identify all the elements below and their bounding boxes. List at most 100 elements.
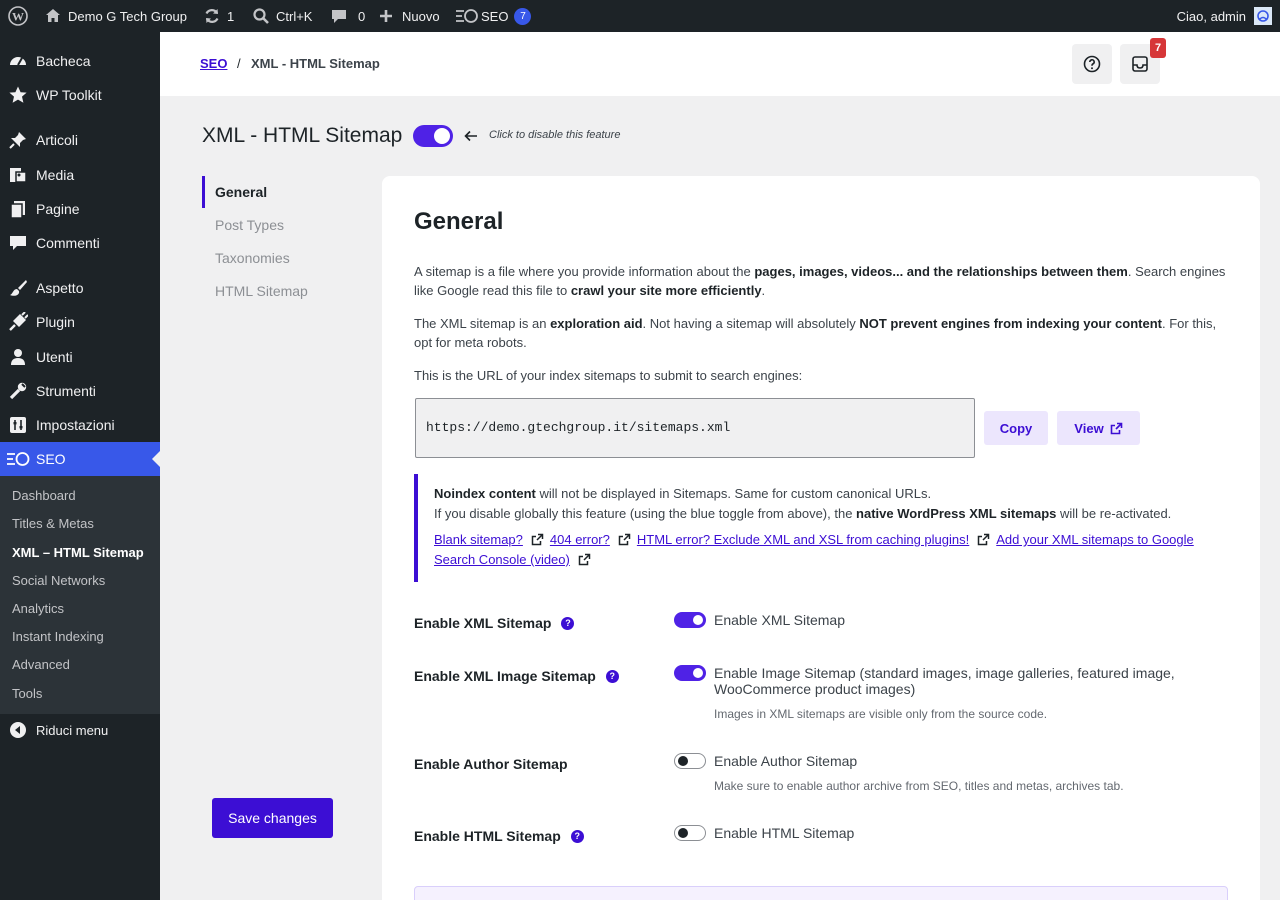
sidebar-item-wp-toolkit[interactable]: WP Toolkit bbox=[0, 78, 160, 112]
sidebar-item-media[interactable]: Media bbox=[0, 158, 160, 192]
submenu-item-titles-metas[interactable]: Titles & Metas bbox=[12, 516, 94, 531]
submenu-item-advanced[interactable]: Advanced bbox=[12, 657, 70, 672]
tab-html-sitemap[interactable]: HTML Sitemap bbox=[215, 283, 308, 299]
breadcrumb-current: XML - HTML Sitemap bbox=[251, 56, 380, 71]
save-changes-button[interactable]: Save changes bbox=[212, 798, 333, 838]
option-label-image-sitemap: Enable XML Image Sitemap ? bbox=[414, 668, 619, 684]
sidebar-item-utenti[interactable]: Utenti bbox=[0, 340, 160, 374]
dashboard-icon bbox=[0, 51, 36, 71]
seo-admin-link[interactable]: SEO 7 bbox=[455, 0, 532, 32]
option-label-xml-sitemap: Enable XML Sitemap ? bbox=[414, 615, 575, 631]
sitemap-url-field[interactable]: https://demo.gtechgroup.it/sitemaps.xml bbox=[415, 398, 975, 458]
view-label: View bbox=[1074, 420, 1104, 436]
external-link-icon bbox=[618, 533, 631, 546]
my-account-link[interactable]: Ciao, admin bbox=[1177, 0, 1272, 32]
collapse-icon bbox=[0, 721, 36, 739]
sidebar-item-aspetto[interactable]: Aspetto bbox=[0, 271, 160, 305]
admin-bar: W Demo G Tech Group 1 Ctrl+K 0 Nuovo SEO… bbox=[0, 0, 1280, 32]
submenu-item-sitemap[interactable]: XML – HTML Sitemap bbox=[12, 545, 144, 560]
option-text-author-sitemap: Enable Author Sitemap bbox=[714, 753, 858, 769]
sidebar-item-strumenti[interactable]: Strumenti bbox=[0, 374, 160, 408]
sidebar-item-pagine[interactable]: Pagine bbox=[0, 192, 160, 226]
user-icon bbox=[0, 347, 36, 367]
wordpress-logo-icon[interactable]: W bbox=[8, 0, 28, 32]
comment-icon bbox=[0, 233, 36, 253]
media-icon bbox=[0, 165, 36, 185]
submenu-item-dashboard[interactable]: Dashboard bbox=[12, 488, 76, 503]
sidebar-item-bacheca[interactable]: Bacheca bbox=[0, 44, 160, 78]
view-button[interactable]: View bbox=[1057, 411, 1140, 445]
intro-paragraph: A sitemap is a file where you provide in… bbox=[414, 264, 1226, 298]
site-name-link[interactable]: Demo G Tech Group bbox=[44, 0, 187, 32]
breadcrumb-seo-link[interactable]: SEO bbox=[200, 56, 227, 71]
tab-post-types[interactable]: Post Types bbox=[215, 217, 284, 233]
sidebar-item-commenti[interactable]: Commenti bbox=[0, 226, 160, 260]
html-error-link[interactable]: HTML error? Exclude XML and XSL from cac… bbox=[637, 532, 969, 547]
seo-icon bbox=[456, 9, 478, 23]
help-icon[interactable]: ? bbox=[561, 616, 575, 630]
section-title: General bbox=[414, 208, 504, 235]
sidebar-item-plugin[interactable]: Plugin bbox=[0, 305, 160, 339]
toggle-hint: Click to disable this feature bbox=[489, 129, 621, 141]
comments-count: 0 bbox=[358, 8, 366, 24]
author-sitemap-toggle[interactable] bbox=[674, 753, 706, 769]
option-desc-author-sitemap: Make sure to enable author archive from … bbox=[714, 779, 1124, 793]
breadcrumb-separator: / bbox=[237, 56, 241, 71]
xml-sitemap-toggle[interactable] bbox=[674, 612, 706, 628]
external-link-icon bbox=[578, 553, 591, 566]
help-icon[interactable]: ? bbox=[605, 669, 619, 683]
submenu-item-tools[interactable]: Tools bbox=[12, 686, 42, 701]
seo-icon bbox=[0, 450, 36, 468]
seo-topbar: SEO / XML - HTML Sitemap 7 bbox=[160, 32, 1280, 96]
help-icon[interactable]: ? bbox=[570, 829, 584, 843]
option-label-author-sitemap: Enable Author Sitemap bbox=[414, 756, 568, 772]
tab-general[interactable]: General bbox=[215, 184, 267, 200]
submenu-item-analytics[interactable]: Analytics bbox=[12, 601, 64, 616]
blank-sitemap-link[interactable]: Blank sitemap? bbox=[434, 532, 523, 547]
refresh-icon bbox=[205, 9, 219, 23]
admin-sidebar: Bacheca WP Toolkit Articoli Media Pagine… bbox=[0, 32, 160, 900]
wrench-icon bbox=[0, 381, 36, 401]
404-error-link[interactable]: 404 error? bbox=[550, 532, 610, 547]
new-label: Nuovo bbox=[402, 8, 440, 24]
help-button[interactable] bbox=[1072, 44, 1112, 84]
notifications-button[interactable]: 7 bbox=[1120, 38, 1166, 84]
svg-text:W: W bbox=[12, 10, 24, 24]
sidebar-item-articoli[interactable]: Articoli bbox=[0, 123, 160, 157]
sidebar-item-label: WP Toolkit bbox=[36, 87, 102, 103]
submenu-item-instant-indexing[interactable]: Instant Indexing bbox=[12, 629, 104, 644]
avatar bbox=[1254, 7, 1272, 25]
updates-count: 1 bbox=[227, 8, 235, 24]
tab-taxonomies[interactable]: Taxonomies bbox=[215, 250, 290, 266]
sidebar-item-label: Media bbox=[36, 167, 75, 183]
seo-submenu: Dashboard Titles & Metas XML – HTML Site… bbox=[0, 476, 160, 714]
sidebar-item-label: Commenti bbox=[36, 235, 100, 251]
collapse-label: Riduci menu bbox=[36, 722, 109, 738]
image-sitemap-toggle[interactable] bbox=[674, 665, 706, 681]
html-sitemap-toggle[interactable] bbox=[674, 825, 706, 841]
collapse-menu-button[interactable]: Riduci menu bbox=[0, 713, 160, 747]
updates-link[interactable]: 1 bbox=[203, 0, 234, 32]
sidebar-item-impostazioni[interactable]: Impostazioni bbox=[0, 408, 160, 442]
url-paragraph: This is the URL of your index sitemaps t… bbox=[414, 368, 803, 383]
sidebar-item-seo[interactable]: SEO bbox=[0, 442, 160, 476]
option-text-html-sitemap: Enable HTML Sitemap bbox=[714, 825, 855, 841]
notice-links: Blank sitemap? 404 error? HTML error? Excl… bbox=[434, 530, 1214, 570]
sidebar-item-label: Impostazioni bbox=[36, 417, 115, 433]
sidebar-item-label: Utenti bbox=[36, 349, 73, 365]
feature-toggle[interactable] bbox=[413, 125, 453, 147]
page-title: XML - HTML Sitemap bbox=[202, 124, 403, 147]
seo-label: SEO bbox=[481, 8, 509, 24]
plugin-icon bbox=[0, 312, 36, 332]
settings-icon bbox=[0, 415, 36, 435]
info-box bbox=[414, 886, 1228, 900]
submenu-item-social-networks[interactable]: Social Networks bbox=[12, 573, 105, 588]
sidebar-item-label: SEO bbox=[36, 451, 66, 467]
sitemap-notice: Noindex content will not be displayed in… bbox=[414, 474, 1228, 582]
copy-button[interactable]: Copy bbox=[984, 411, 1048, 445]
comments-link[interactable]: 0 bbox=[330, 0, 365, 32]
search-shortcut[interactable]: Ctrl+K bbox=[252, 0, 312, 32]
new-content-link[interactable]: Nuovo bbox=[378, 0, 440, 32]
sidebar-item-label: Articoli bbox=[36, 132, 79, 148]
notifications-badge: 7 bbox=[1150, 38, 1166, 58]
